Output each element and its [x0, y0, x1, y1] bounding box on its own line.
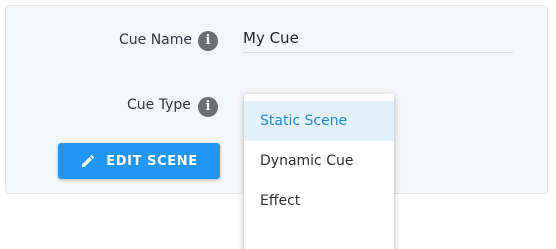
cue-name-info-icon[interactable]: i: [198, 31, 218, 51]
menu-item-static-scene[interactable]: Static Scene: [244, 101, 394, 141]
cue-type-info-icon[interactable]: i: [198, 97, 218, 117]
cue-name-input[interactable]: [243, 27, 513, 53]
cue-name-label: Cue Name: [119, 32, 193, 48]
menu-item-effect[interactable]: Effect: [244, 181, 394, 221]
edit-scene-button[interactable]: EDIT SCENE: [58, 143, 220, 179]
menu-item-dynamic-cue[interactable]: Dynamic Cue: [244, 141, 394, 181]
edit-scene-label: EDIT SCENE: [106, 153, 198, 169]
pencil-icon: [82, 154, 95, 167]
cue-type-label: Cue Type: [127, 97, 191, 113]
cue-type-dropdown-menu: Static Scene Dynamic Cue Effect: [244, 94, 394, 249]
